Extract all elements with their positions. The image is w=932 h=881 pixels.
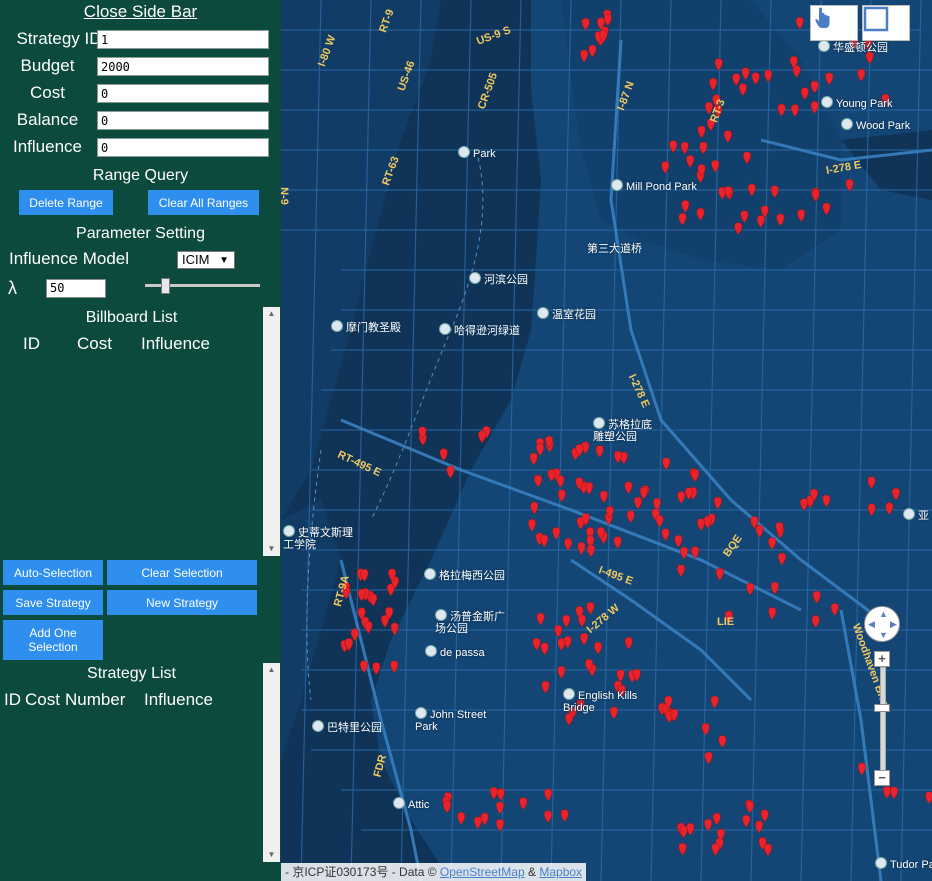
hand-pointer-tool-button[interactable] — [810, 5, 858, 41]
poi-stevens-institute: 史蒂文斯理工学院 — [283, 525, 353, 551]
parameter-setting-title: Parameter Setting — [76, 225, 205, 242]
hand-pointer-icon — [815, 7, 830, 28]
scroll-up-icon[interactable]: ▲ — [263, 307, 280, 321]
billboard-marker[interactable] — [446, 465, 455, 479]
delete-range-button[interactable]: Delete Range — [19, 190, 113, 215]
clear-selection-button[interactable]: Clear Selection — [107, 560, 257, 585]
poi-hudson-river-greenway: 哈得逊河绿道 — [439, 323, 520, 337]
dropdown-arrow-icon: ▼ — [219, 255, 229, 266]
strategy-col-number: Number — [65, 690, 126, 709]
add-one-selection-button[interactable]: Add One Selection — [3, 620, 103, 660]
mapbox-link[interactable]: Mapbox — [539, 865, 582, 879]
billboard-marker[interactable] — [439, 448, 448, 462]
pan-up-icon[interactable]: ▲ — [879, 609, 888, 619]
poi-soundview-park: 苏格拉底雕塑公园 — [593, 417, 652, 443]
influence-label: Influence — [13, 137, 82, 156]
billboard-marker[interactable] — [350, 628, 359, 642]
poi-riverside-park: 河滨公园 — [469, 272, 528, 286]
auto-selection-button[interactable]: Auto-Selection — [3, 560, 103, 585]
billboard-list-scrollbar[interactable]: ▲ ▼ — [263, 307, 280, 556]
poi-english-kills-bridge: English Kills Bridge — [563, 688, 638, 714]
lambda-input[interactable]: 50 — [46, 279, 106, 298]
pan-control[interactable]: ▲ ▼ ◀ ▶ — [864, 606, 900, 642]
poi-john-street-park: John Street Park — [415, 707, 487, 733]
save-strategy-button[interactable]: Save Strategy — [3, 590, 103, 615]
billboard-marker[interactable] — [369, 593, 378, 607]
scroll-down-icon[interactable]: ▼ — [263, 848, 280, 862]
billboard-marker[interactable] — [372, 662, 381, 675]
scroll-down-icon[interactable]: ▼ — [263, 542, 280, 556]
rectangle-select-icon — [863, 6, 889, 32]
poi-attic: Attic — [393, 797, 429, 811]
cost-label: Cost — [30, 83, 65, 102]
map-attribution: - 京ICP证030173号 - Data © OpenStreetMap & … — [281, 863, 587, 881]
poi-young-park: Young Park — [821, 96, 892, 110]
poi-asia: 亚 — [903, 508, 929, 522]
new-strategy-button[interactable]: New Strategy — [107, 590, 257, 615]
strategy-col-id: ID — [4, 690, 21, 709]
poi-park: Park — [458, 146, 496, 160]
cost-input[interactable]: 0 — [97, 84, 269, 103]
road-lie: LIE — [717, 616, 735, 628]
poi-mormon-temple: 摩门教圣殿 — [331, 320, 401, 334]
zoom-out-button[interactable]: − — [874, 770, 890, 786]
poi-mill-pond-park: Mill Pond Park — [611, 179, 697, 193]
influence-model-label: Influence Model — [9, 249, 130, 268]
influence-model-value: ICIM — [182, 252, 210, 267]
billboard-marker[interactable] — [364, 621, 373, 634]
zoom-slider-handle[interactable] — [874, 704, 890, 712]
lambda-label: λ — [8, 278, 17, 298]
poi-third-ave-bridge: 第三大道桥 — [587, 243, 642, 255]
pan-left-icon[interactable]: ◀ — [868, 619, 875, 630]
side-bar: Close Side Bar Strategy ID 1 Budget 2000… — [0, 0, 281, 881]
balance-label: Balance — [16, 110, 79, 129]
budget-label: Budget — [20, 56, 75, 75]
strategy-col-influence: Influence — [144, 690, 213, 709]
road-n9: N-9 — [281, 187, 290, 205]
openstreetmap-link[interactable]: OpenStreetMap — [440, 865, 525, 879]
map-view[interactable]: 华盛顿公园 Young Park Wood Park Park Mill Pon… — [281, 0, 932, 881]
billboard-col-influence: Influence — [141, 334, 210, 353]
poi-battery-park: 巴特里公园 — [312, 720, 382, 734]
pan-right-icon[interactable]: ▶ — [890, 619, 897, 630]
budget-input[interactable]: 2000 — [97, 57, 269, 76]
poi-gramercy-park: 格拉梅西公园 — [424, 568, 505, 582]
strategy-list-scrollbar[interactable]: ▲ ▼ — [263, 663, 280, 862]
poi-tompkins-square-park: 汤普金斯广场公园 — [435, 609, 505, 635]
balance-input[interactable]: 0 — [97, 111, 269, 130]
zoom-slider-track[interactable] — [880, 667, 886, 772]
range-query-title: Range Query — [92, 167, 189, 184]
close-side-bar-link[interactable]: Close Side Bar — [0, 2, 281, 22]
billboard-marker[interactable] — [478, 430, 487, 444]
influence-input[interactable]: 0 — [97, 138, 269, 157]
strategy-col-cost: Cost — [25, 690, 60, 709]
poi-tudor-park: Tudor Par — [875, 857, 932, 871]
pan-down-icon[interactable]: ▼ — [879, 630, 888, 640]
poi-wood-park: Wood Park — [841, 118, 910, 132]
rectangle-select-tool-button[interactable] — [862, 5, 910, 41]
strategy-list-title: Strategy List — [87, 665, 176, 682]
influence-model-select[interactable]: ICIM ▼ — [177, 251, 235, 269]
clear-all-ranges-button[interactable]: Clear All Ranges — [148, 190, 259, 215]
poi-greenhouse-garden: 温室花园 — [537, 307, 596, 321]
strategy-id-input[interactable]: 1 — [97, 30, 269, 49]
billboard-col-cost: Cost — [77, 334, 112, 353]
billboard-list-title: Billboard List — [85, 309, 178, 326]
billboard-col-id: ID — [23, 334, 40, 353]
lambda-slider-handle[interactable] — [160, 278, 170, 294]
scroll-up-icon[interactable]: ▲ — [263, 663, 280, 677]
poi-de-passa: de passa — [425, 645, 485, 659]
zoom-in-button[interactable]: + — [874, 651, 890, 667]
billboard-marker[interactable] — [359, 660, 368, 673]
poi-washington-park: 华盛顿公园 — [818, 40, 888, 54]
